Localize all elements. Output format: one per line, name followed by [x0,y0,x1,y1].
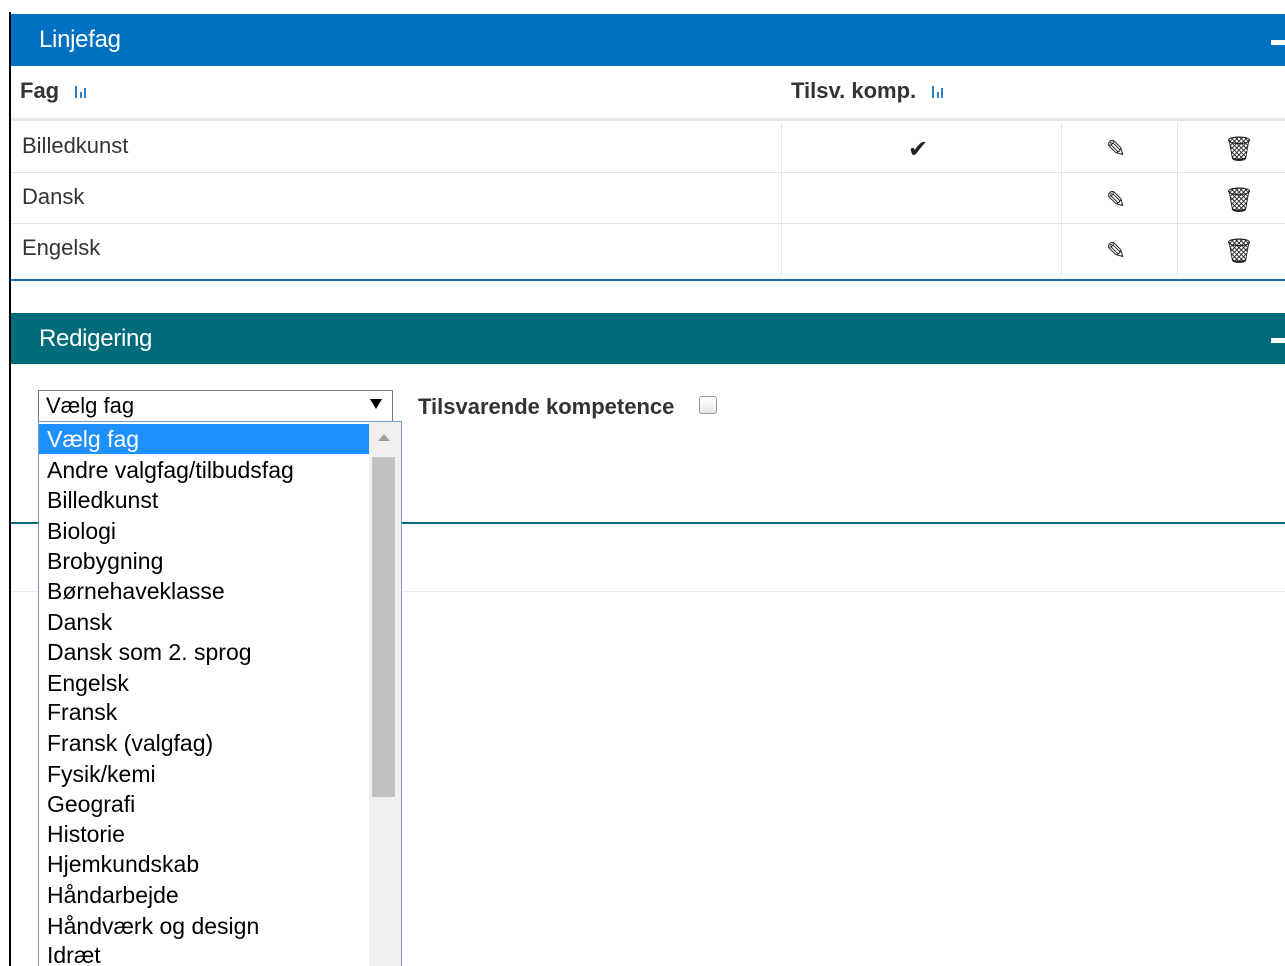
edit-cell: ✎ [1062,173,1178,224]
pencil-icon[interactable]: ✎ [1106,186,1126,215]
delete-cell: 🗑 [1178,122,1285,173]
fag-dropdown-list[interactable]: Vælg fag Andre valgfag/tilbudsfag Billed… [38,421,402,966]
tilsv-cell: ✔ [782,122,1062,173]
pencil-icon[interactable]: ✎ [1106,135,1126,164]
dropdown-option[interactable]: Andre valgfag/tilbudsfag [39,455,370,485]
fag-cell: Dansk [11,173,782,224]
redigering-collapse-minus-icon[interactable] [1271,338,1285,343]
tilsv-column-header[interactable]: Tilsv. komp. [791,78,946,104]
fag-cell: Engelsk [11,224,782,275]
table-row: Engelsk ✎ 🗑 [11,224,1285,275]
dropdown-option[interactable]: Håndarbejde [39,880,370,910]
edit-cell: ✎ [1062,122,1178,173]
fag-column-header[interactable]: Fag [20,78,89,104]
trash-icon[interactable]: 🗑 [1224,135,1254,164]
fag-name: Engelsk [22,235,101,260]
tilsvarende-kompetence-label: Tilsvarende kompetence [418,394,675,419]
fag-cell: Billedkunst [11,122,782,173]
dropdown-option[interactable]: Fysik/kemi [39,759,370,789]
delete-cell: 🗑 [1178,173,1285,224]
tilsv-cell [782,224,1062,275]
linjefag-panel: Linjefag Fag Tilsv. komp. Billedkunst ✔ … [11,14,1285,281]
check-icon: ✔ [908,136,929,163]
fag-name: Dansk [22,184,85,209]
dropdown-option[interactable]: Engelsk [39,668,370,698]
dropdown-option[interactable]: Fransk [39,697,370,727]
pencil-icon[interactable]: ✎ [1106,237,1126,266]
dropdown-option[interactable]: Brobygning [39,546,370,576]
fag-column-label: Fag [20,78,60,103]
dropdown-option[interactable]: Hjemkundskab [39,849,370,879]
trash-icon[interactable]: 🗑 [1224,237,1254,266]
tilsv-cell [782,173,1062,224]
trash-icon[interactable]: 🗑 [1224,186,1254,215]
table-row: Dansk ✎ 🗑 [11,173,1285,224]
fag-select-value: Vælg fag [46,393,135,418]
fag-select[interactable]: Vælg fag [38,390,393,422]
dropdown-option[interactable]: Børnehaveklasse [39,576,370,606]
dropdown-option[interactable]: Vælg fag [39,424,370,454]
linjefag-header: Linjefag [11,14,1285,66]
scroll-thumb[interactable] [372,457,395,797]
table-row: Billedkunst ✔ ✎ 🗑 [11,122,1285,173]
fag-name: Billedkunst [22,133,129,158]
edit-cell: ✎ [1062,224,1178,275]
dropdown-option[interactable]: Biologi [39,516,370,546]
redigering-title: Redigering [39,325,153,352]
delete-cell: 🗑 [1178,224,1285,275]
linjefag-table-header: Fag Tilsv. komp. [11,66,1285,121]
dropdown-option[interactable]: Geografi [39,789,370,819]
linjefag-title: Linjefag [39,26,121,53]
tilsvarende-kompetence-checkbox[interactable] [699,396,717,414]
tilsv-sort-icon[interactable] [930,84,946,100]
dropdown-option[interactable]: Fransk (valgfag) [39,728,370,758]
scroll-up-arrow-icon[interactable] [378,434,390,441]
dropdown-scrollbar[interactable] [369,422,401,966]
linjefag-collapse-minus-icon[interactable] [1271,40,1285,45]
dropdown-option[interactable]: Håndværk og design [39,911,370,941]
dropdown-option[interactable]: Dansk [39,607,370,637]
dropdown-option[interactable]: Billedkunst [39,485,370,515]
tilsv-column-label: Tilsv. komp. [791,78,917,103]
chevron-down-icon [370,399,382,409]
dropdown-option[interactable]: Historie [39,819,370,849]
fag-sort-icon[interactable] [73,84,89,100]
dropdown-option[interactable]: Dansk som 2. sprog [39,637,370,667]
redigering-header: Redigering [11,313,1285,364]
dropdown-option[interactable]: Idræt [39,940,370,966]
